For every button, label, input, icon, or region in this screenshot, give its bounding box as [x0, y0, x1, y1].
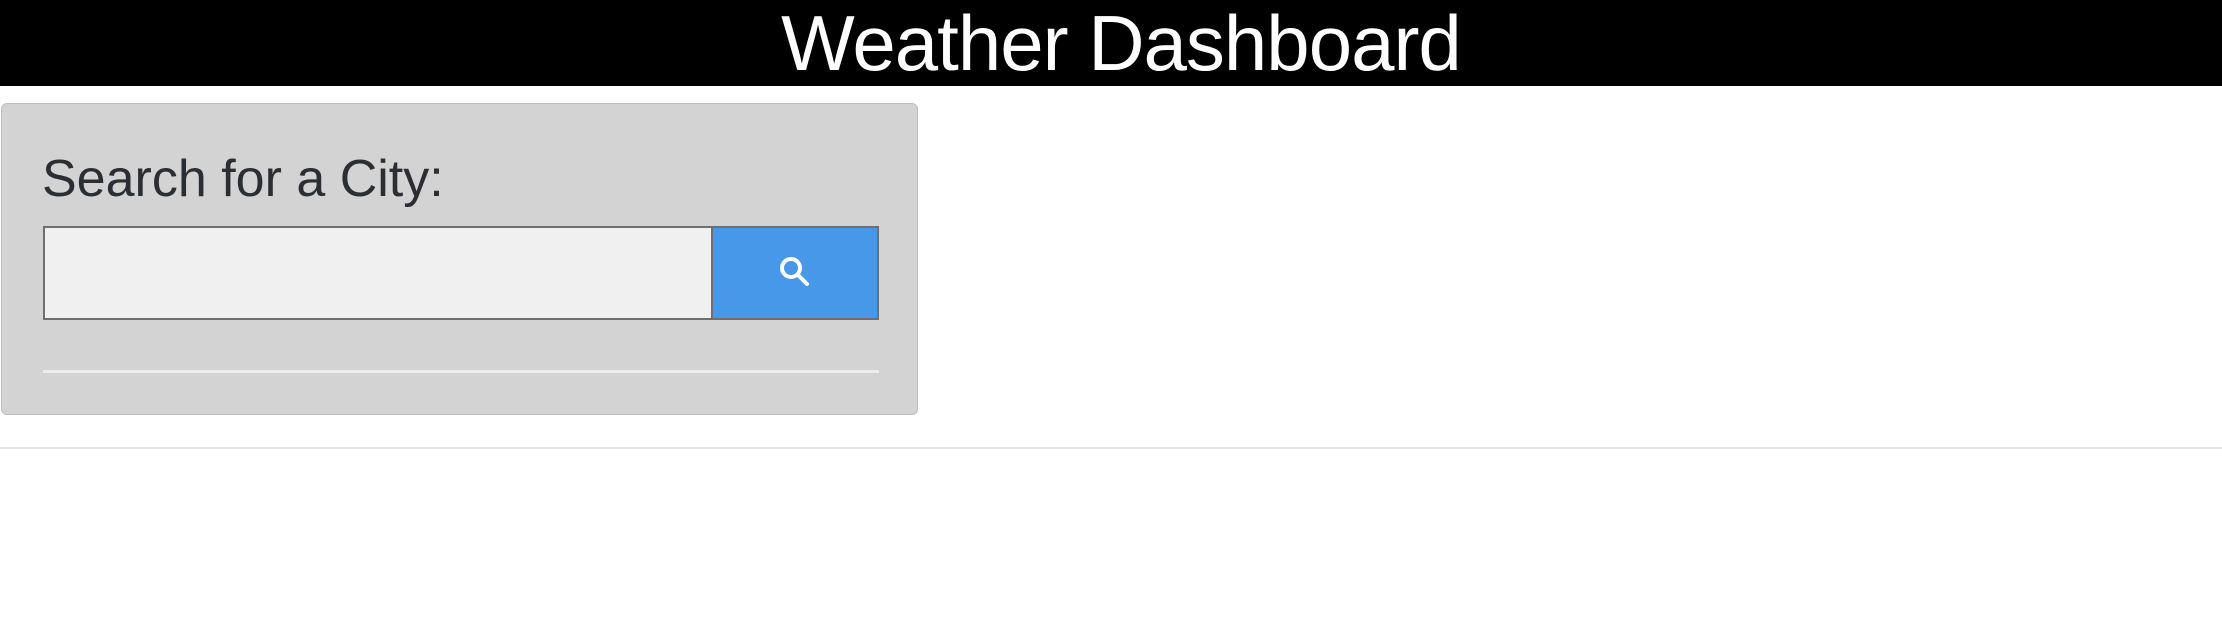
city-search-form [43, 226, 879, 320]
city-search-button[interactable] [711, 226, 879, 320]
content-divider [0, 447, 2222, 449]
city-search-input[interactable] [43, 226, 711, 320]
search-icon [777, 254, 813, 293]
city-search-label: Search for a City: [42, 150, 444, 208]
page-title: Weather Dashboard [781, 0, 1462, 87]
search-history-divider [43, 370, 879, 373]
city-search-panel: Search for a City: [1, 103, 918, 415]
page-header: Weather Dashboard [0, 0, 2222, 86]
